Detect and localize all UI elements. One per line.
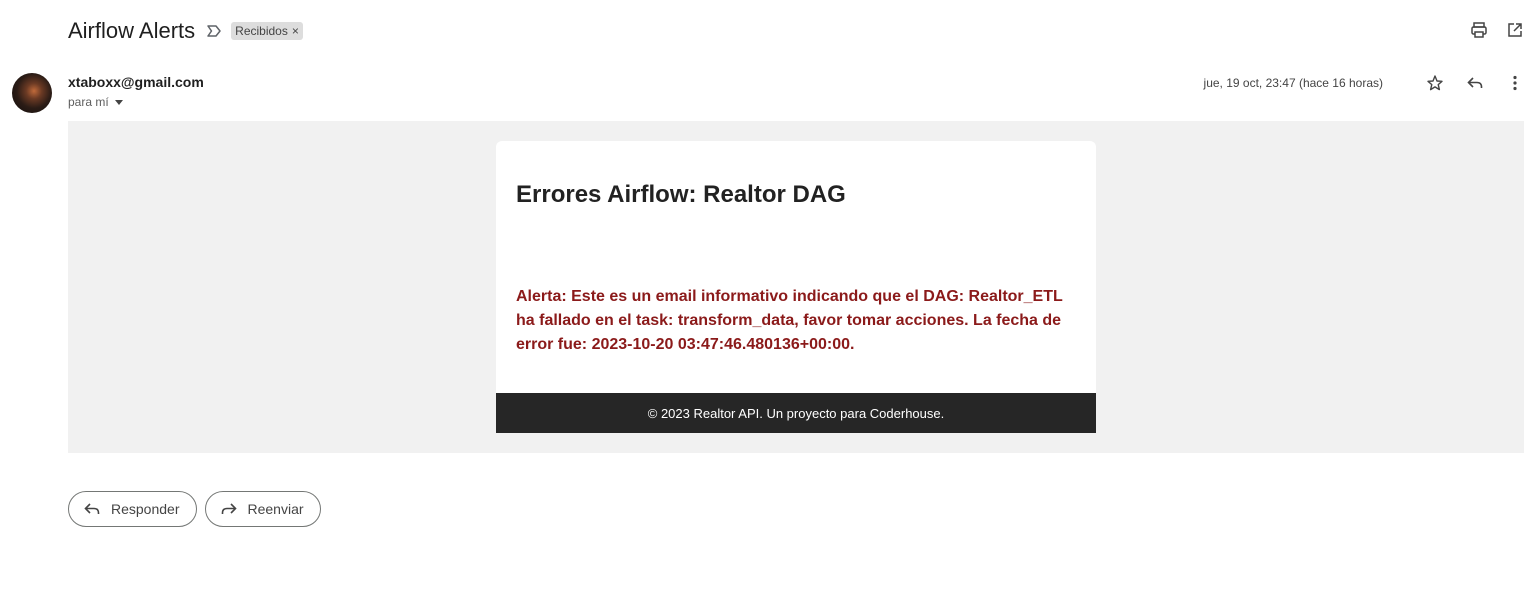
message-date: jue, 19 oct, 23:47 (hace 16 horas) — [1203, 76, 1383, 90]
reply-icon — [83, 500, 101, 518]
email-card: Errores Airflow: Realtor DAG Alerta: Est… — [496, 141, 1096, 433]
email-card-title: Errores Airflow: Realtor DAG — [516, 181, 846, 208]
label-remove-button[interactable]: × — [292, 24, 299, 38]
chevron-down-icon[interactable] — [114, 99, 123, 105]
print-icon[interactable] — [1469, 20, 1489, 40]
email-card-footer: © 2023 Realtor API. Un proyecto para Cod… — [496, 393, 1096, 433]
star-icon[interactable] — [1425, 73, 1445, 93]
recipient-label: para mí — [68, 95, 109, 109]
sender-block: xtaboxx@gmail.com para mí — [68, 74, 204, 109]
label-chip-inbox[interactable]: Recibidos × — [231, 22, 303, 40]
sender-avatar[interactable] — [12, 73, 52, 113]
message-meta: jue, 19 oct, 23:47 (hace 16 horas) — [1204, 72, 1525, 94]
forward-button-label: Reenviar — [247, 501, 304, 517]
email-view: Airflow Alerts Recibidos × xtaboxx@gmail… — [0, 0, 1537, 608]
recipient-details[interactable]: para mí — [68, 95, 204, 109]
forward-icon — [220, 500, 238, 518]
more-options-icon[interactable] — [1505, 73, 1525, 93]
email-body: Errores Airflow: Realtor DAG Alerta: Est… — [68, 121, 1524, 453]
reply-actions: Responder Reenviar — [68, 491, 321, 527]
reply-button[interactable]: Responder — [68, 491, 197, 527]
top-actions — [1469, 20, 1525, 40]
sender-email[interactable]: xtaboxx@gmail.com — [68, 74, 204, 90]
forward-button[interactable]: Reenviar — [204, 491, 321, 527]
reply-icon[interactable] — [1465, 73, 1485, 93]
alert-message: Alerta: Este es un email informativo ind… — [516, 288, 1063, 353]
open-in-new-window-icon[interactable] — [1505, 20, 1525, 40]
label-chip-text: Recibidos — [235, 24, 288, 38]
footer-text: © 2023 Realtor API. Un proyecto para Cod… — [647, 405, 945, 421]
email-subject: Airflow Alerts — [68, 18, 196, 43]
reply-button-label: Responder — [111, 501, 180, 517]
subject-row: Airflow Alerts Recibidos × — [68, 14, 303, 48]
importance-marker-icon[interactable] — [205, 22, 223, 40]
